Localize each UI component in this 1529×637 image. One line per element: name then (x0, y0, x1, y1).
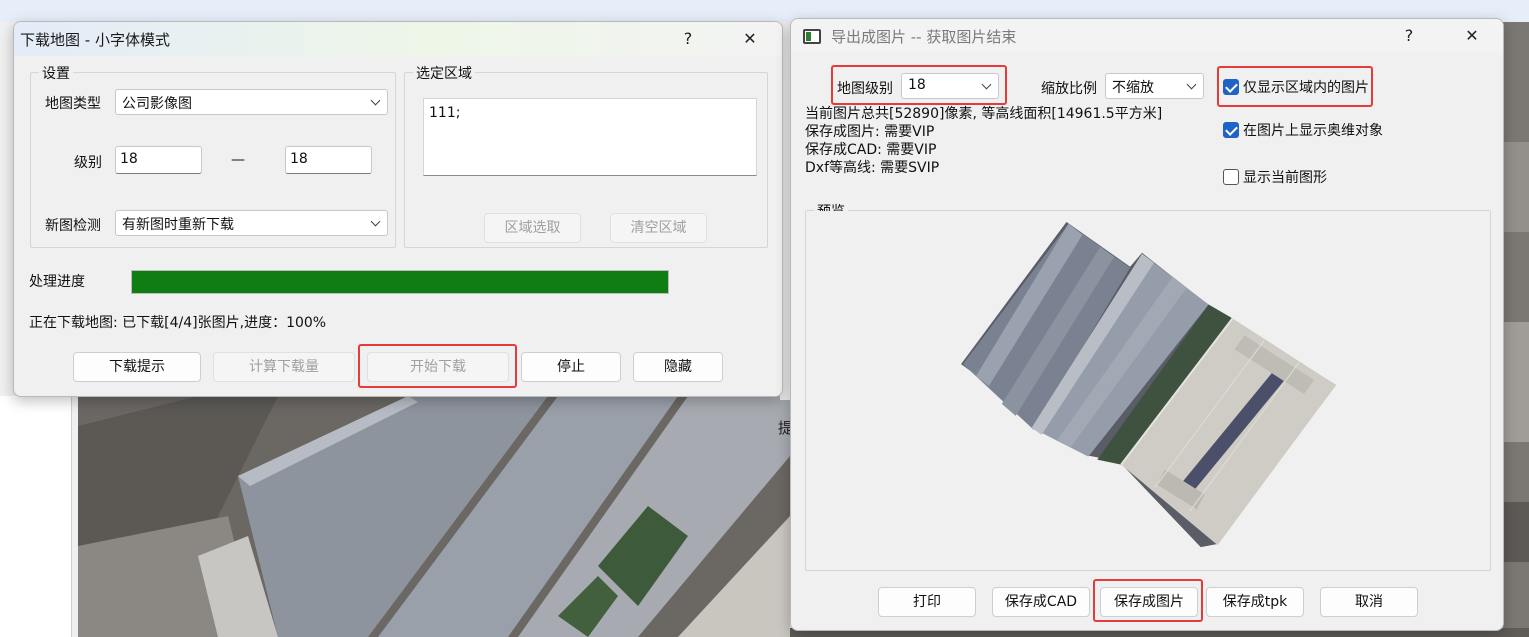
progress-label: 处理进度 (29, 274, 85, 290)
checkbox-unchecked-icon[interactable] (1223, 169, 1239, 185)
show-current-shape-option[interactable]: 显示当前图形 (1223, 167, 1373, 189)
save-image-highlight (1093, 579, 1203, 622)
download-status-text: 正在下载地图: 已下载[4/4]张图片,进度：100% (29, 315, 327, 331)
selected-area-group-title: 选定区域 (413, 63, 475, 83)
level-from-input[interactable]: 18 (115, 146, 202, 174)
preview-group: 预览 (805, 201, 1491, 571)
level-separator: — (231, 152, 245, 168)
selected-area-group: 选定区域 111; 区域选取 清空区域 (404, 63, 768, 248)
new-tile-check-select[interactable]: 有新图时重新下载 (115, 210, 388, 236)
preview-image (806, 211, 1490, 570)
only-area-image-highlight (1217, 66, 1373, 107)
help-button[interactable]: ? (670, 26, 706, 52)
download-hint-button[interactable]: 下载提示 (73, 352, 201, 382)
close-button[interactable]: ✕ (1454, 23, 1490, 49)
satellite-map-image (78, 396, 790, 637)
checkbox-checked-icon[interactable] (1223, 122, 1239, 138)
selected-area-text[interactable]: 111; (423, 98, 757, 176)
scale-select[interactable]: 不缩放 (1105, 73, 1204, 99)
level-to-input[interactable]: 18 (285, 146, 372, 174)
export-image-dialog: 导出成图片 -- 获取图片结束 ? ✕ 地图级别 18 缩放比例 不缩放 当前图… (790, 18, 1504, 631)
download-dialog-titlebar[interactable]: 下载地图 - 小字体模式 ? ✕ (14, 22, 782, 56)
settings-group: 设置 地图类型 公司影像图 级别 18 — 18 新图检测 有新图时重新下载 (30, 63, 396, 248)
show-ovital-objects-option[interactable]: 在图片上显示奥维对象 (1223, 120, 1423, 142)
show-current-shape-label: 显示当前图形 (1243, 170, 1327, 186)
print-button[interactable]: 打印 (878, 587, 976, 617)
save-tpk-button[interactable]: 保存成tpk (1206, 587, 1304, 617)
clear-area-button[interactable]: 清空区域 (610, 213, 707, 243)
pixel-info-text: 当前图片总共[52890]像素, 等高线面积[14961.5平方米] (805, 106, 1163, 122)
level-label: 级别 (74, 155, 102, 171)
new-tile-check-label: 新图检测 (45, 218, 101, 234)
hide-button[interactable]: 隐藏 (633, 352, 723, 382)
background-left-panel (0, 396, 72, 637)
chevron-down-icon (1187, 78, 1197, 92)
scale-label: 缩放比例 (1041, 81, 1097, 97)
settings-group-title: 设置 (39, 63, 73, 83)
save-cad-button[interactable]: 保存成CAD (992, 587, 1090, 617)
download-progress-bar (131, 270, 669, 294)
close-button[interactable]: ✕ (732, 26, 768, 52)
calc-download-button[interactable]: 计算下载量 (213, 352, 355, 382)
satellite-map-view[interactable] (78, 396, 790, 637)
save-image-vip-text: 保存成图片: 需要VIP (805, 124, 935, 140)
map-level-highlight (831, 65, 1007, 105)
chevron-down-icon (371, 94, 381, 108)
show-ovital-objects-label: 在图片上显示奥维对象 (1243, 123, 1383, 139)
app-window-icon (803, 29, 821, 44)
map-type-label: 地图类型 (45, 96, 101, 112)
save-cad-vip-text: 保存成CAD: 需要VIP (805, 142, 937, 158)
dxf-contour-svip-text: Dxf等高线: 需要SVIP (805, 160, 940, 176)
download-progress-fill (132, 271, 668, 293)
scale-value: 不缩放 (1112, 80, 1154, 96)
new-tile-check-value: 有新图时重新下载 (122, 217, 234, 233)
satellite-map-right-strip (1503, 22, 1529, 637)
stop-button[interactable]: 停止 (521, 352, 621, 382)
chevron-down-icon (371, 215, 381, 229)
help-button[interactable]: ? (1391, 23, 1427, 49)
download-map-dialog: 下载地图 - 小字体模式 ? ✕ 设置 地图类型 公司影像图 级别 18 — 1… (13, 21, 783, 397)
export-dialog-titlebar[interactable]: 导出成图片 -- 获取图片结束 ? ✕ (791, 19, 1503, 53)
map-type-value: 公司影像图 (122, 96, 192, 112)
map-type-select[interactable]: 公司影像图 (115, 89, 388, 115)
cancel-button[interactable]: 取消 (1320, 587, 1418, 617)
start-download-highlight (358, 344, 517, 388)
export-dialog-title: 导出成图片 -- 获取图片结束 (831, 28, 1017, 46)
area-select-button[interactable]: 区域选取 (484, 213, 581, 243)
download-dialog-title: 下载地图 - 小字体模式 (20, 31, 170, 49)
